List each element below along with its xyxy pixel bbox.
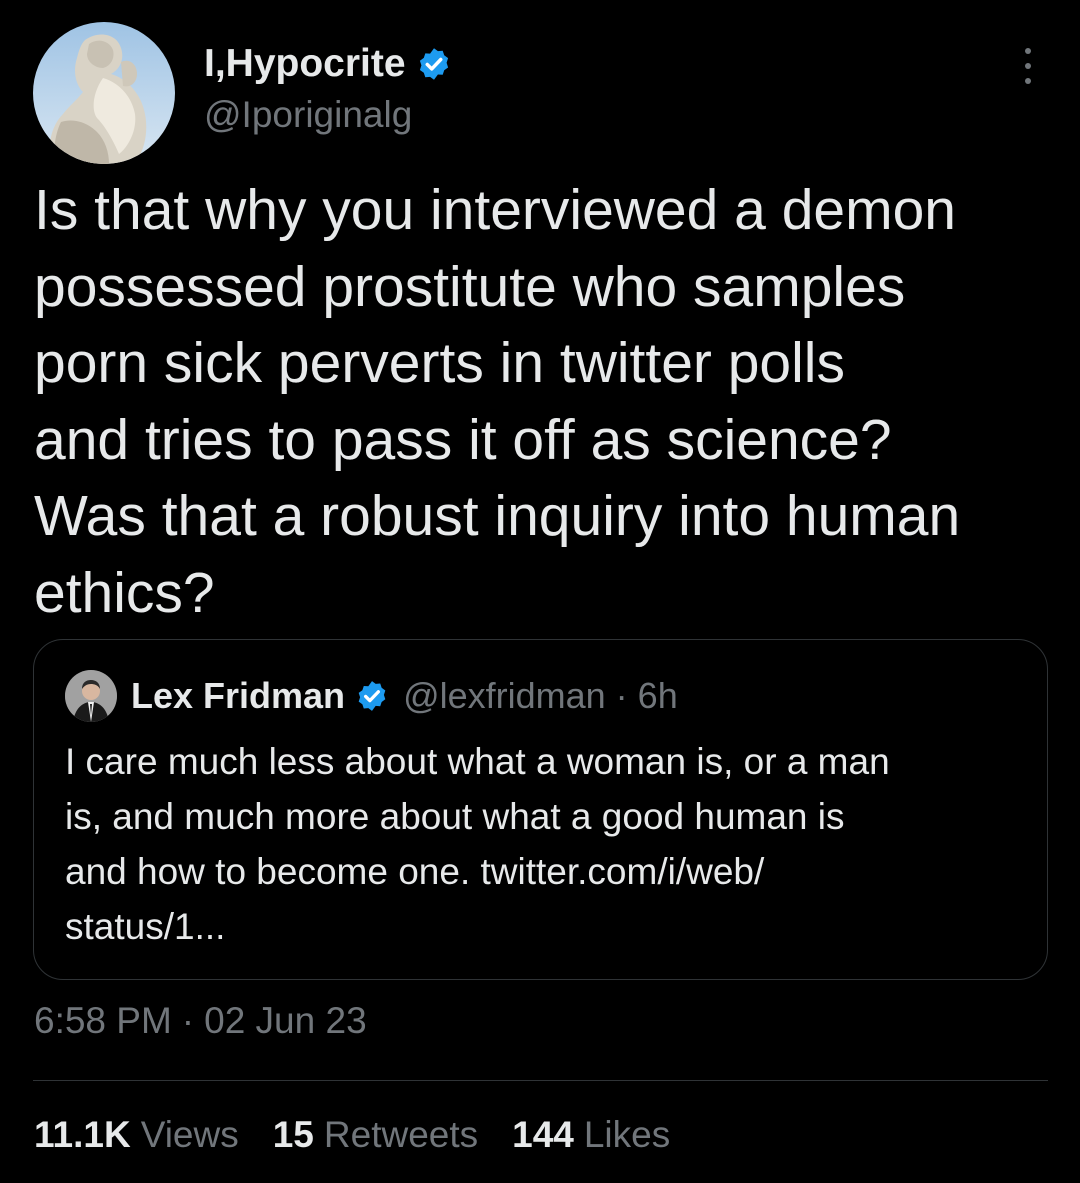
retweets-label: Retweets	[323, 1114, 479, 1155]
quote-time[interactable]: 6h	[638, 675, 678, 717]
stats-row: 11.1K Views 15 Retweets 144 Likes	[34, 1114, 704, 1156]
more-options-icon[interactable]	[1008, 44, 1048, 88]
likes-label: Likes	[583, 1114, 671, 1155]
tweet: I,Hypocrite @Iporiginalg Is that why you…	[0, 0, 1080, 1183]
author-avatar[interactable]	[33, 22, 175, 164]
likes-stat[interactable]: 144 Likes	[512, 1114, 670, 1156]
quoted-tweet-card[interactable]: Lex Fridman @lexfridman · 6h I care much…	[33, 639, 1048, 980]
statue-avatar-image	[33, 22, 175, 164]
timestamp-separator: ·	[181, 1000, 195, 1041]
retweets-count: 15	[272, 1114, 314, 1155]
verified-badge-icon	[416, 46, 452, 82]
views-stat[interactable]: 11.1K Views	[34, 1114, 239, 1156]
person-in-suit-avatar-image	[65, 670, 117, 722]
verified-badge-icon	[355, 679, 389, 713]
views-label: Views	[140, 1114, 239, 1155]
more-dot	[1025, 78, 1031, 84]
author-handle[interactable]: @Iporiginalg	[204, 94, 412, 136]
quote-author-name[interactable]: Lex Fridman	[131, 675, 345, 717]
author-name-row[interactable]: I,Hypocrite	[204, 40, 452, 88]
quote-text: I care much less about what a woman is, …	[65, 741, 890, 947]
author-name[interactable]: I,Hypocrite	[204, 42, 406, 86]
tweet-text: Is that why you interviewed a demon poss…	[34, 178, 961, 625]
more-dot	[1025, 48, 1031, 54]
retweets-stat[interactable]: 15 Retweets	[273, 1114, 478, 1156]
quote-author-avatar[interactable]	[65, 670, 117, 722]
timestamp-date[interactable]: 02 Jun 23	[204, 1000, 367, 1041]
likes-count: 144	[512, 1114, 574, 1155]
more-dot	[1025, 63, 1031, 69]
quote-author-handle[interactable]: @lexfridman	[403, 675, 606, 717]
quote-header: Lex Fridman @lexfridman · 6h	[131, 673, 678, 719]
divider	[33, 1080, 1048, 1081]
timestamp-time[interactable]: 6:58 PM	[34, 1000, 172, 1041]
timestamp-row[interactable]: 6:58 PM · 02 Jun 23	[34, 1000, 367, 1042]
quote-separator: ·	[615, 675, 628, 716]
views-count: 11.1K	[34, 1114, 131, 1155]
